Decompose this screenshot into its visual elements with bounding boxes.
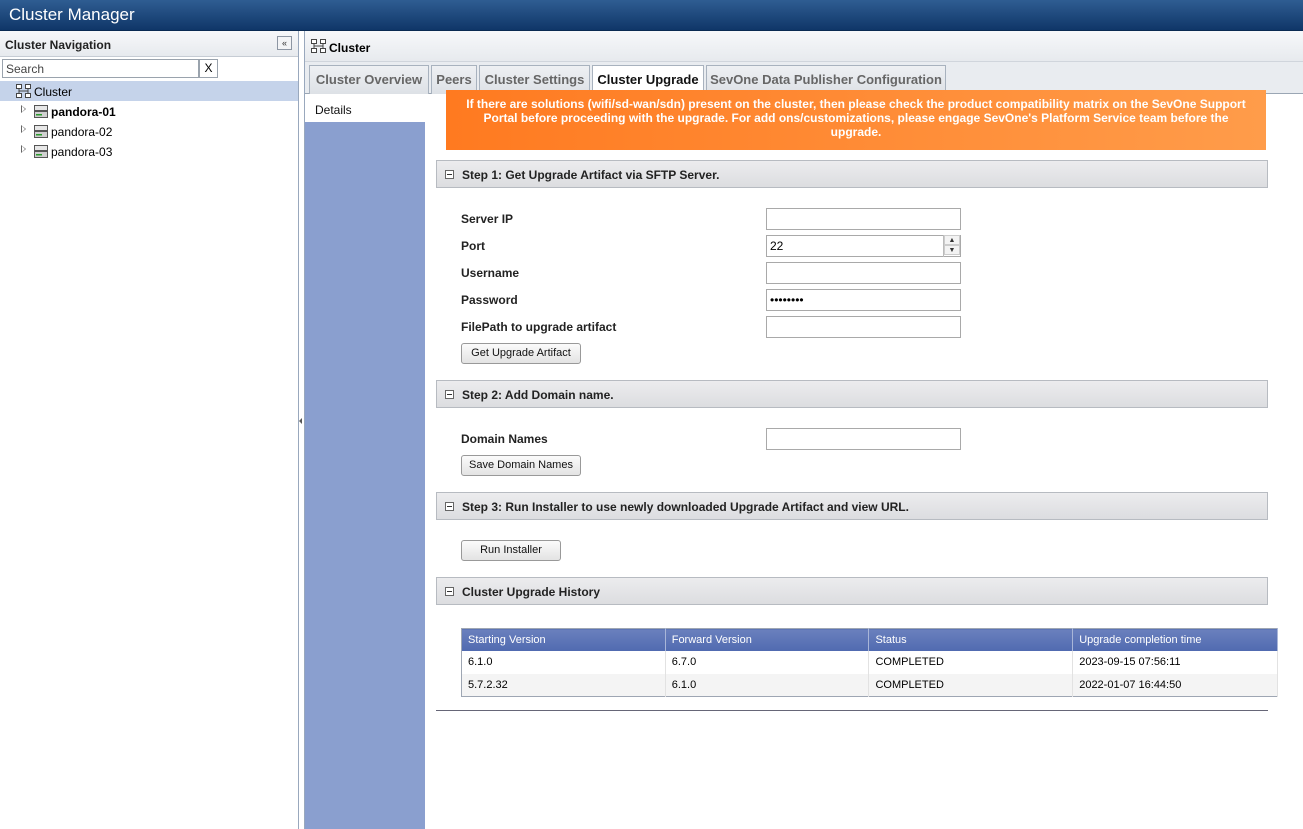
cluster-tree: Cluster pandora-01 pandora-02 pandora-03 [0, 81, 298, 161]
port-stepper[interactable] [766, 235, 961, 257]
step3-title: Step 3: Run Installer to use newly downl… [462, 500, 909, 514]
main-header: Cluster [305, 31, 1303, 62]
save-domain-names-button[interactable]: Save Domain Names [461, 455, 581, 476]
run-installer-button[interactable]: Run Installer [461, 540, 561, 561]
filepath-label: FilePath to upgrade artifact [461, 320, 617, 334]
collapse-icon[interactable] [445, 587, 454, 596]
table-cell: 5.7.2.32 [461, 673, 666, 697]
collapse-panel-icon[interactable]: « [277, 36, 292, 50]
table-cell: 2023-09-15 07:56:11 [1072, 650, 1278, 674]
server-icon [34, 125, 48, 138]
step3-section-header[interactable]: Step 3: Run Installer to use newly downl… [436, 492, 1268, 520]
tree-item-pandora-01[interactable]: pandora-01 [0, 101, 298, 121]
table-cell: COMPLETED [868, 650, 1074, 674]
title-bar: Cluster Manager [0, 0, 1303, 31]
expand-arrow-icon[interactable] [21, 125, 26, 133]
table-cell: 6.1.0 [461, 650, 666, 674]
main-title: Cluster [329, 41, 371, 55]
password-input[interactable] [766, 289, 961, 311]
main-panel: Cluster Cluster Overview Peers Cluster S… [304, 31, 1303, 829]
get-upgrade-artifact-button[interactable]: Get Upgrade Artifact [461, 343, 581, 364]
tree-item-pandora-03[interactable]: pandora-03 [0, 141, 298, 161]
table-cell: COMPLETED [868, 673, 1074, 697]
expand-arrow-icon[interactable] [21, 105, 26, 113]
navigation-header: Cluster Navigation « [0, 31, 298, 57]
tree-item-label: pandora-01 [51, 105, 116, 119]
filepath-input[interactable] [766, 316, 961, 338]
cluster-icon [16, 84, 31, 98]
cluster-navigation-panel: Cluster Navigation « X Cluster [0, 31, 299, 829]
username-input[interactable] [766, 262, 961, 284]
tree-item-label: Cluster [34, 85, 73, 99]
collapse-icon[interactable] [445, 502, 454, 511]
navigation-title: Cluster Navigation [5, 38, 112, 52]
password-label: Password [461, 293, 518, 307]
search-input[interactable] [2, 59, 199, 78]
domain-names-label: Domain Names [461, 432, 548, 446]
column-header[interactable]: Starting Version [461, 628, 666, 651]
column-header[interactable]: Status [868, 628, 1074, 651]
table-row[interactable]: 6.1.0 6.7.0 COMPLETED 2023-09-15 07:56:1… [461, 650, 1278, 674]
port-label: Port [461, 239, 485, 253]
collapse-icon[interactable] [445, 170, 454, 179]
tree-item-label: pandora-02 [51, 125, 113, 139]
history-title: Cluster Upgrade History [462, 585, 601, 599]
compatibility-warning-banner: If there are solutions (wifi/sd-wan/sdn)… [446, 90, 1266, 150]
username-label: Username [461, 266, 520, 280]
server-icon [34, 145, 48, 158]
search-row: X [2, 59, 218, 79]
step1-section-header[interactable]: Step 1: Get Upgrade Artifact via SFTP Se… [436, 160, 1268, 188]
domain-names-input[interactable] [766, 428, 961, 450]
app-title: Cluster Manager [9, 5, 135, 24]
tab-cluster-overview[interactable]: Cluster Overview [309, 65, 429, 94]
history-section-header[interactable]: Cluster Upgrade History [436, 577, 1268, 605]
collapse-icon[interactable] [445, 390, 454, 399]
port-spinner[interactable]: ▲ ▼ [943, 235, 960, 257]
details-sidebar: Details [305, 95, 425, 829]
column-header[interactable]: Upgrade completion time [1072, 628, 1278, 651]
step2-title: Step 2: Add Domain name. [462, 388, 614, 402]
table-cell: 2022-01-07 16:44:50 [1072, 673, 1278, 697]
column-header[interactable]: Forward Version [665, 628, 870, 651]
expand-arrow-icon[interactable] [21, 145, 26, 153]
table-cell: 6.1.0 [665, 673, 870, 697]
spin-up-icon[interactable]: ▲ [944, 235, 960, 245]
step2-section-header[interactable]: Step 2: Add Domain name. [436, 380, 1268, 408]
clear-search-button[interactable]: X [199, 59, 218, 78]
upgrade-history-table: Starting Version Forward Version Status … [461, 628, 1278, 697]
details-item[interactable]: Details [305, 95, 425, 122]
tree-item-cluster[interactable]: Cluster [0, 81, 298, 101]
spin-down-icon[interactable]: ▼ [944, 245, 960, 255]
table-header-row: Starting Version Forward Version Status … [461, 628, 1278, 651]
tree-item-label: pandora-03 [51, 145, 113, 159]
cluster-icon [311, 39, 326, 53]
tree-item-pandora-02[interactable]: pandora-02 [0, 121, 298, 141]
step1-title: Step 1: Get Upgrade Artifact via SFTP Se… [462, 168, 720, 182]
server-ip-label: Server IP [461, 212, 514, 226]
table-cell: 6.7.0 [665, 650, 870, 674]
server-ip-input[interactable] [766, 208, 961, 230]
table-row[interactable]: 5.7.2.32 6.1.0 COMPLETED 2022-01-07 16:4… [461, 673, 1278, 697]
section-divider [436, 710, 1268, 711]
server-icon [34, 105, 48, 118]
